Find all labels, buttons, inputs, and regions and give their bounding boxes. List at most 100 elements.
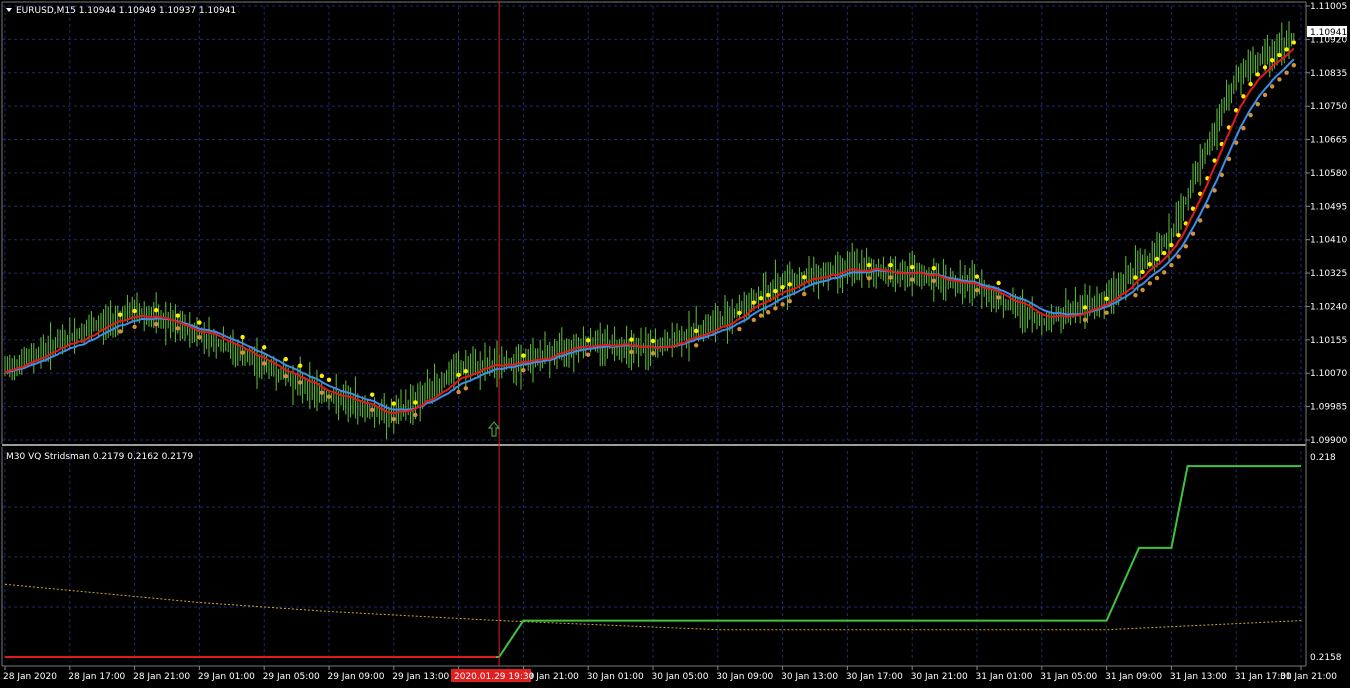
signal-dot-lower: [175, 326, 180, 331]
signal-dot-lower: [1270, 84, 1275, 89]
signal-dot-upper: [996, 280, 1001, 286]
signal-dot-lower: [456, 389, 461, 395]
signal-dot-upper: [1277, 52, 1282, 58]
signal-dot-lower: [780, 302, 785, 307]
signal-dot-lower: [262, 361, 267, 366]
signal-dot-lower: [694, 343, 699, 348]
price-tick-label: 1.10155: [1310, 336, 1347, 346]
signal-dot-lower: [866, 276, 872, 281]
signal-dot-lower: [1169, 263, 1174, 268]
crosshair-time-badge: 2020.01.29 19:30: [451, 669, 535, 682]
signal-dot-upper: [1082, 305, 1088, 310]
price-tick-label: 1.10070: [1310, 369, 1347, 379]
price-tick-label: 1.10580: [1310, 169, 1347, 179]
indicator-tick-label: 0.2158: [1310, 653, 1342, 663]
signal-dot-lower: [391, 416, 396, 422]
signal-dot-upper: [240, 334, 245, 340]
time-tick-label: 30 Jan 13:00: [781, 672, 838, 682]
crosshair-time-label: 2020.01.29 19:30: [454, 672, 535, 682]
time-tick-label: 28 Jan 21:00: [133, 672, 190, 682]
signal-dot-upper: [586, 338, 591, 343]
signal-dot-lower: [298, 380, 303, 385]
time-tick-label: 30 Jan 09:00: [716, 672, 773, 682]
signal-dot-upper: [1133, 275, 1138, 280]
signal-dot-lower: [1082, 317, 1088, 323]
price-tick-label: 1.10410: [1310, 236, 1347, 246]
signal-dot-upper: [650, 338, 656, 344]
signal-dot-upper: [1140, 269, 1145, 275]
signal-dot-upper: [1284, 47, 1289, 52]
signal-dot-upper: [1248, 81, 1253, 87]
signal-dot-lower: [326, 394, 332, 399]
time-tick-label: 30 Jan 05:00: [652, 672, 709, 682]
signal-dot-lower: [463, 386, 468, 391]
signal-dot-upper: [751, 300, 756, 305]
signal-dot-lower: [758, 313, 764, 318]
signal-dot-upper: [521, 353, 526, 358]
signal-dot-lower: [240, 350, 245, 355]
signal-dot-lower: [413, 412, 418, 418]
time-tick-label: 31 Jan 21:00: [1280, 672, 1337, 682]
price-tick-label: 1.09985: [1310, 403, 1347, 413]
signal-dot-lower: [910, 277, 915, 282]
price-tick-label: 1.10750: [1310, 102, 1347, 112]
signal-dot-upper: [974, 274, 980, 279]
signal-dot-upper: [931, 266, 936, 271]
price-tick-label: 1.10240: [1310, 302, 1347, 312]
symbol-line: EURUSD,M15 1.10944 1.10949 1.10937 1.109…: [16, 6, 236, 16]
signal-dot-upper: [197, 320, 202, 325]
time-tick-label: 31 Jan 05:00: [1040, 672, 1097, 682]
indicator-title: M30 VQ Stridsman 0.2179 0.2162 0.2179: [6, 452, 193, 462]
signal-dot-lower: [197, 335, 202, 340]
signal-dot-upper: [1147, 262, 1153, 267]
signal-dot-lower: [787, 299, 792, 304]
time-tick-label: 30 Jan 21:00: [911, 672, 968, 682]
signal-dot-upper: [780, 284, 785, 290]
signal-dot-upper: [1162, 250, 1167, 256]
signal-dot-upper: [118, 312, 123, 317]
indicator-tick-label: 0.218: [1310, 453, 1336, 463]
signal-dot-lower: [586, 352, 591, 357]
signal-dot-lower: [1277, 77, 1282, 82]
signal-dot-upper: [132, 308, 137, 314]
signal-dot-lower: [1176, 254, 1181, 259]
signal-dot-upper: [1169, 242, 1174, 248]
signal-dot-upper: [1104, 296, 1109, 301]
signal-dot-lower: [521, 367, 526, 373]
signal-dot-lower: [118, 329, 123, 334]
signal-dot-upper: [298, 363, 303, 368]
signal-dot-upper: [910, 265, 915, 270]
price-tick-label: 1.10495: [1310, 202, 1347, 212]
signal-dot-upper: [1291, 40, 1297, 45]
signal-dot-upper: [391, 401, 396, 406]
signal-dot-lower: [931, 278, 936, 283]
signal-dot-lower: [996, 295, 1001, 300]
time-tick-label: 29 Jan 01:00: [198, 672, 255, 682]
price-tick-label: 1.09900: [1310, 436, 1347, 446]
signal-dot-lower: [766, 310, 771, 315]
time-tick-label: 28 Jan 2020: [3, 672, 57, 682]
signal-dot-lower: [888, 275, 893, 280]
price-tick-label: 1.10325: [1310, 269, 1347, 279]
time-tick-label: 31 Jan 01:00: [976, 672, 1033, 682]
signal-dot-lower: [1154, 275, 1160, 281]
signal-dot-lower: [629, 349, 634, 355]
signal-dot-upper: [262, 345, 267, 350]
signal-dot-lower: [751, 317, 756, 323]
signal-dot-upper: [773, 288, 778, 294]
signal-dot-upper: [802, 274, 807, 280]
signal-dot-upper: [694, 328, 699, 334]
signal-dot-lower: [370, 407, 375, 413]
signal-dot-upper: [1176, 233, 1181, 238]
current-price-label: 1.10941: [1310, 28, 1347, 38]
signal-dot-lower: [1133, 293, 1138, 298]
signal-dot-lower: [974, 288, 980, 293]
signal-dot-upper: [1154, 256, 1160, 262]
signal-dot-lower: [319, 390, 324, 395]
trading-chart[interactable]: EURUSD,M15 1.10944 1.10949 1.10937 1.109…: [0, 0, 1350, 688]
current-price-badge: 1.10941: [1307, 26, 1347, 38]
signal-dot-lower: [737, 326, 742, 332]
signal-dot-lower: [132, 324, 137, 330]
signal-dot-upper: [283, 356, 288, 362]
signal-dot-lower: [1262, 92, 1268, 98]
